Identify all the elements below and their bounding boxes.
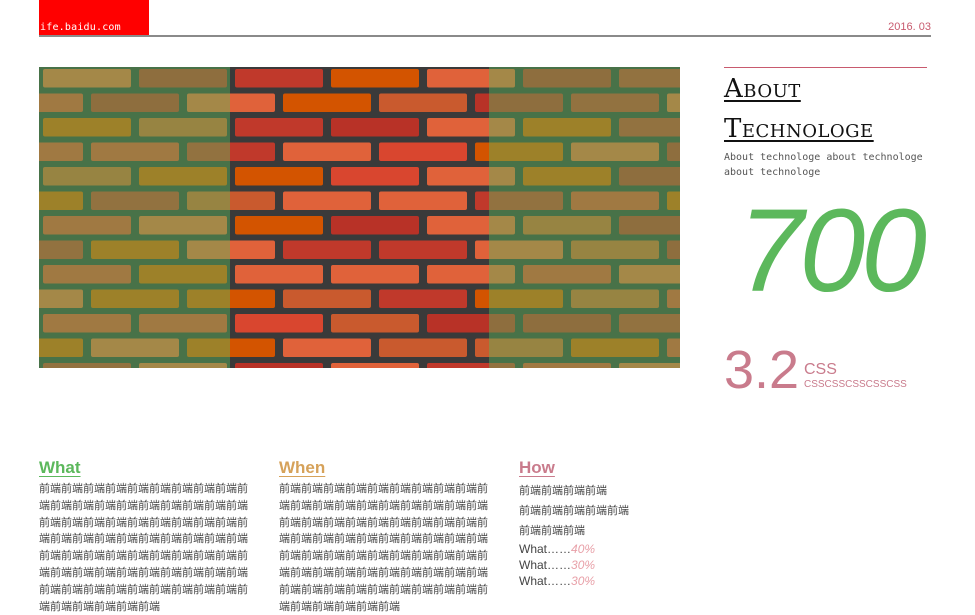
css-label: CSS	[804, 361, 837, 378]
about-divider	[724, 67, 927, 68]
column-what-title[interactable]: What	[39, 456, 259, 481]
brick-wall-illustration	[39, 67, 680, 368]
column-how: How 前端前端前端前端 前端前端前端前端前端 前端前端前端 What……40%…	[519, 456, 739, 589]
site-logo[interactable]: ife.baidu.com	[39, 0, 149, 35]
column-what-body: 前端前端前端前端前端前端前端前端前端前端前端前端前端前端前端前端前端前端前端前端…	[39, 482, 248, 613]
hero-image-brick-wall	[39, 67, 680, 368]
how-line: 前端前端前端	[519, 524, 585, 537]
how-line: 前端前端前端前端	[519, 484, 607, 497]
header-divider	[39, 35, 931, 37]
column-when-title[interactable]: When	[279, 456, 499, 481]
big-number-stat: 700	[738, 185, 927, 317]
column-what: What 前端前端前端前端前端前端前端前端前端前端前端前端前端前端前端前端前端前…	[39, 456, 259, 615]
how-stat-value: 30%	[571, 574, 596, 588]
how-stat-label: What……	[519, 558, 572, 572]
how-stat-value: 30%	[571, 558, 596, 572]
how-line: 前端前端前端前端前端	[519, 504, 629, 517]
how-stat: What……30%	[519, 557, 739, 573]
version-number: 3.2	[724, 340, 800, 400]
column-when: When 前端前端前端前端前端前端前端前端前端前端前端前端前端前端前端前端前端前…	[279, 456, 499, 615]
column-when-body: 前端前端前端前端前端前端前端前端前端前端前端前端前端前端前端前端前端前端前端前端…	[279, 482, 488, 613]
issue-date: 2016. 03	[888, 21, 931, 33]
about-description: About technologe about technologe about …	[724, 152, 923, 178]
about-heading-line-1: About	[724, 74, 801, 104]
how-stat: What……30%	[519, 573, 739, 589]
about-heading-line-2: Technologe	[724, 114, 874, 144]
page-header: ife.baidu.com 2016. 03	[0, 0, 975, 40]
how-stat: What……40%	[519, 541, 739, 557]
css-sublabel: CSSCSSCSSCSSCSS	[804, 379, 907, 390]
how-stat-label: What……	[519, 542, 572, 556]
how-stat-value: 40%	[571, 542, 596, 556]
column-how-title[interactable]: How	[519, 456, 739, 481]
how-stat-label: What……	[519, 574, 572, 588]
